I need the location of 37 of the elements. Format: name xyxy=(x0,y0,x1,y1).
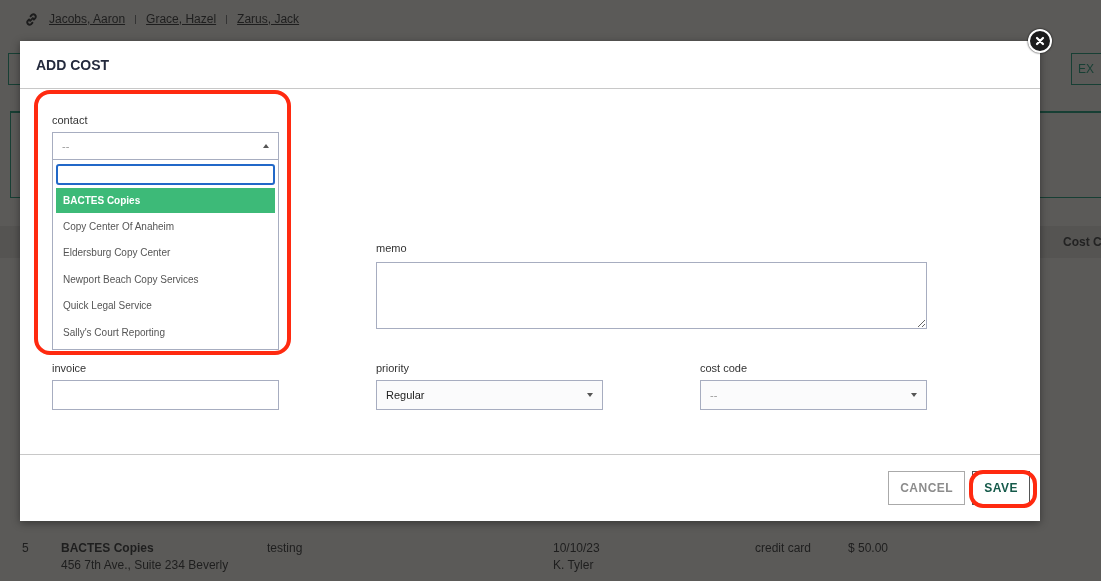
field-label: invoice xyxy=(52,362,87,374)
field-label: memo xyxy=(376,242,407,254)
cost-code-select[interactable]: -- xyxy=(700,380,927,410)
close-icon xyxy=(1035,36,1045,46)
cancel-button[interactable]: CANCEL xyxy=(888,471,966,505)
search-field[interactable] xyxy=(56,164,275,185)
link-icon xyxy=(24,11,39,27)
contact-link[interactable]: Zarus, Jack xyxy=(237,12,300,26)
close-button[interactable] xyxy=(1028,29,1052,53)
export-button[interactable]: EX xyxy=(1071,53,1101,85)
table-cell-text: 456 7th Ave., Suite 234 Beverly xyxy=(61,557,230,574)
table-cell-text: credit card xyxy=(755,540,813,557)
field-label: cost code xyxy=(700,362,748,374)
dialog-title: ADD COST xyxy=(36,56,110,73)
caret-icon xyxy=(587,393,593,397)
table-cell-text: K. Tyler xyxy=(553,557,595,574)
priority-select[interactable]: Regular xyxy=(376,380,603,410)
field-label: contact xyxy=(52,114,88,126)
dropdown-option[interactable]: Copy Center Of Anaheim xyxy=(56,213,275,240)
memo-field[interactable] xyxy=(376,262,927,329)
dropdown-option[interactable]: BACTES Copies xyxy=(56,188,275,213)
caret-icon xyxy=(911,393,917,397)
table-cell-text: testing xyxy=(267,540,304,557)
table-cell-text: 5 xyxy=(22,540,30,557)
caret-icon xyxy=(263,144,269,148)
table-cell-text: $ 50.00 xyxy=(848,540,889,557)
contact-select[interactable]: -- xyxy=(52,132,279,160)
dropdown-option[interactable]: Sally's Court Reporting xyxy=(56,319,275,346)
dropdown-option[interactable]: Newport Beach Copy Services xyxy=(56,266,275,293)
contact-link[interactable]: Jacobs, Aaron xyxy=(49,12,126,26)
dropdown-option[interactable]: Eldersburg Copy Center xyxy=(56,239,275,266)
field-label: priority xyxy=(376,362,409,374)
table-cell-text: BACTES Copies xyxy=(61,540,155,557)
dropdown-option[interactable]: Quick Legal Service xyxy=(56,292,275,319)
table-cell-text: 10/10/23 xyxy=(553,540,601,557)
invoice-field[interactable] xyxy=(52,380,279,410)
contact-link[interactable]: Grace, Hazel xyxy=(146,12,217,26)
